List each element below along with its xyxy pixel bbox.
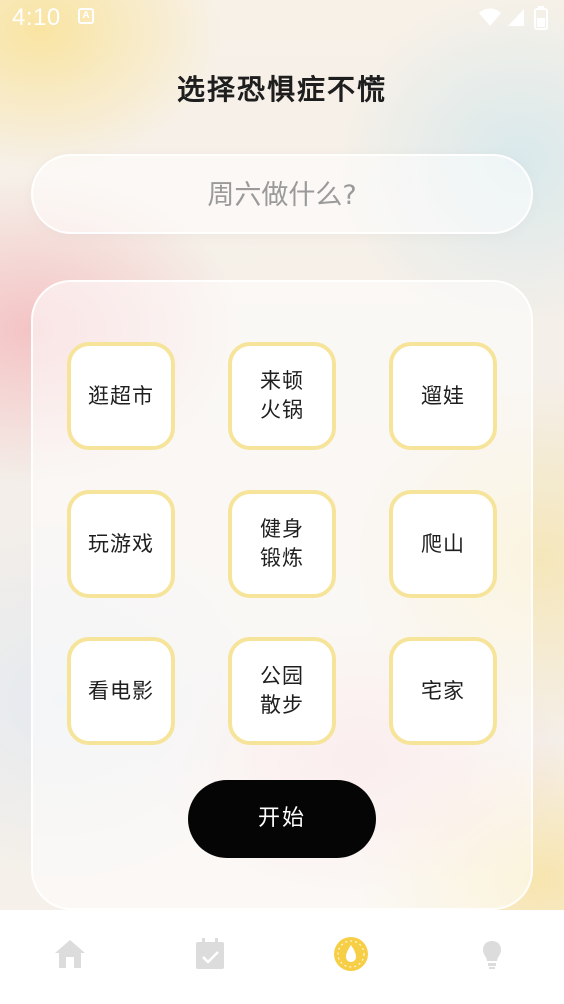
option-item[interactable]: 遛娃 — [389, 342, 497, 450]
nav-item-decide[interactable] — [321, 928, 381, 988]
option-label: 看电影 — [88, 678, 154, 703]
option-label: 玩游戏 — [88, 531, 154, 556]
option-item[interactable]: 健身锻炼 — [228, 490, 336, 598]
option-label: 遛娃 — [421, 383, 465, 408]
option-item[interactable]: 看电影 — [67, 637, 175, 745]
option-label: 健身锻炼 — [260, 517, 304, 570]
decision-wheel-icon — [334, 937, 368, 971]
option-label: 公园散步 — [260, 664, 304, 717]
option-label: 逛超市 — [88, 383, 154, 408]
cellular-signal-icon — [508, 9, 524, 26]
option-item[interactable]: 爬山 — [389, 490, 497, 598]
option-item[interactable]: 逛超市 — [67, 342, 175, 450]
battery-icon — [534, 6, 548, 30]
nav-item-calendar[interactable] — [180, 928, 240, 988]
wifi-icon — [479, 8, 501, 26]
option-item[interactable]: 来顿火锅 — [228, 342, 336, 450]
question-text[interactable]: 周六做什么? — [33, 156, 531, 232]
option-label: 宅家 — [421, 678, 465, 703]
bottom-nav — [0, 910, 564, 1004]
status-time: 4:10 — [12, 4, 61, 31]
status-bar: 4:10 A — [0, 0, 564, 38]
status-icons — [474, 6, 554, 30]
option-label: 爬山 — [421, 531, 465, 556]
nav-item-ideas[interactable] — [462, 928, 522, 988]
option-item[interactable]: 宅家 — [389, 637, 497, 745]
home-icon — [55, 940, 85, 968]
question-field[interactable]: 周六做什么? — [31, 154, 533, 234]
option-label: 来顿火锅 — [260, 369, 304, 422]
start-button[interactable]: 开始 — [188, 780, 376, 858]
calendar-check-icon — [196, 938, 224, 969]
notification-badge-icon: A — [78, 8, 94, 24]
page-title: 选择恐惧症不慌 — [176, 73, 387, 106]
option-item[interactable]: 玩游戏 — [67, 490, 175, 598]
lightbulb-icon — [483, 941, 501, 969]
option-item[interactable]: 公园散步 — [228, 637, 336, 745]
nav-item-home[interactable] — [40, 928, 100, 988]
